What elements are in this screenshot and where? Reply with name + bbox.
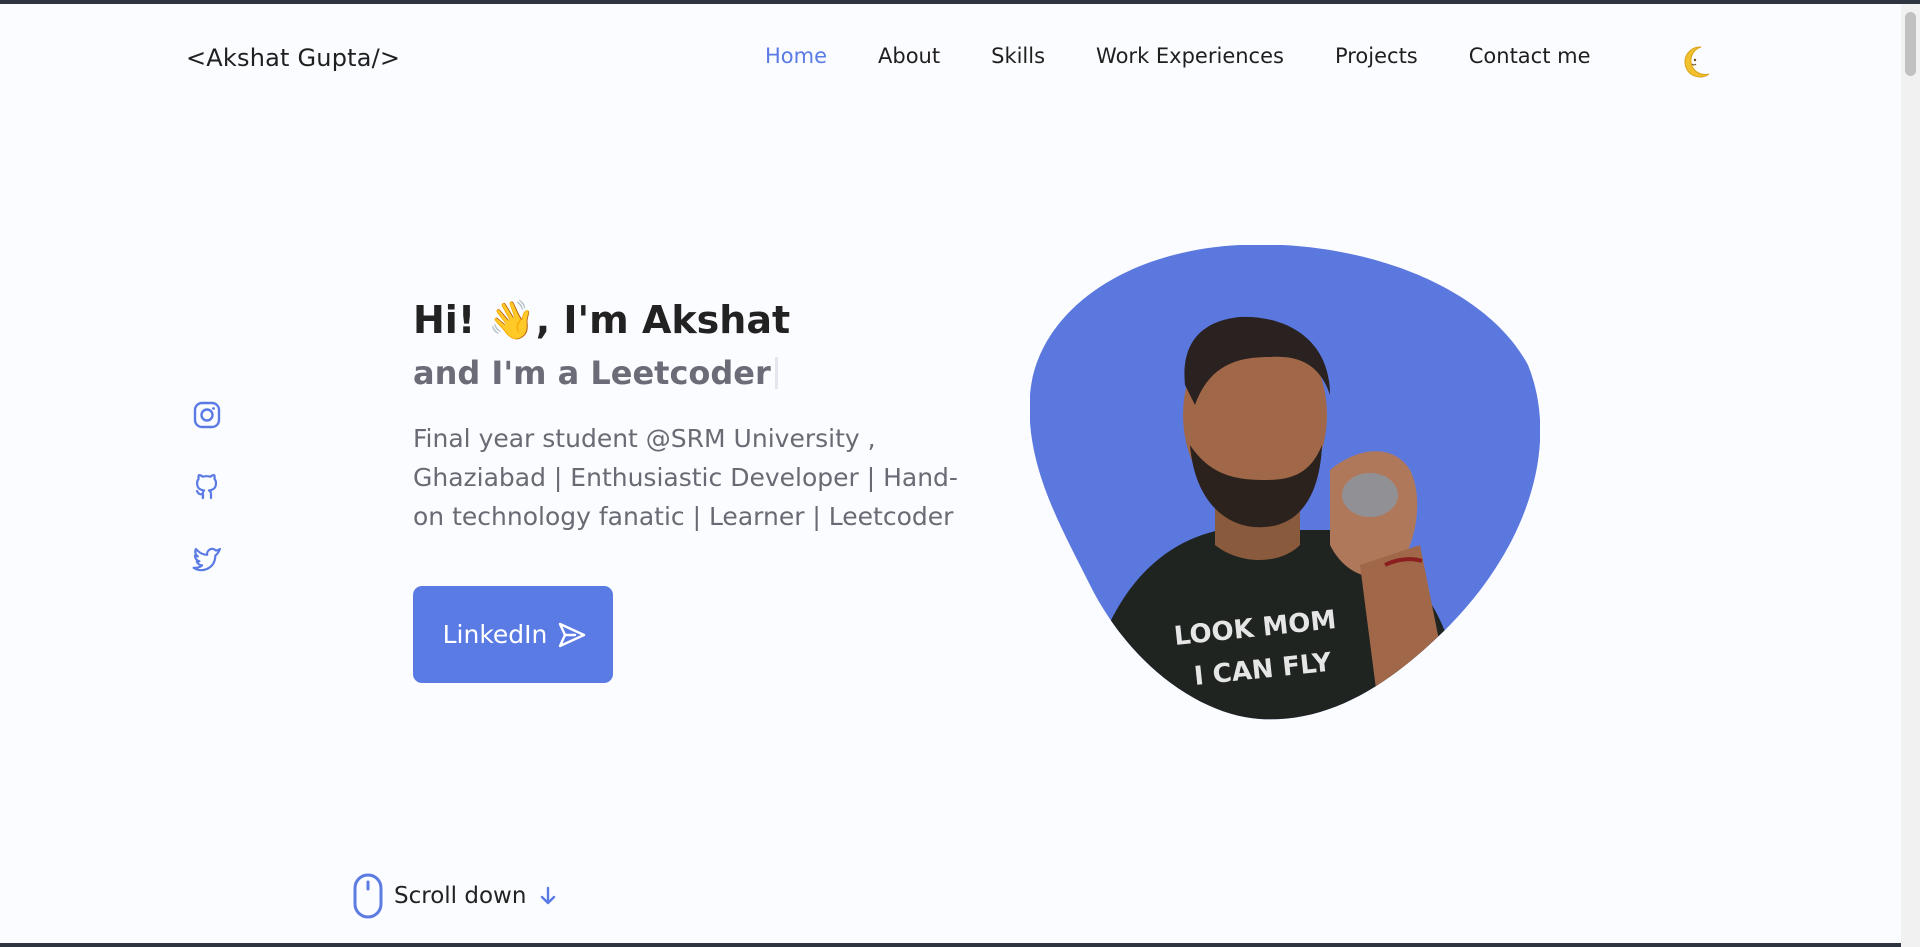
instagram-icon[interactable] xyxy=(190,398,224,432)
profile-photo: LOOK MOM I CAN FLY xyxy=(1029,244,1541,720)
hero-description: Final year student @SRM University , Gha… xyxy=(413,424,958,531)
linkedin-button-label: LinkedIn xyxy=(442,620,548,649)
hero-greeting: Hi! 👋, I'm Akshat xyxy=(413,298,791,342)
typing-caret xyxy=(774,357,778,389)
browser-bottom-strip xyxy=(0,943,1901,947)
send-icon xyxy=(559,622,586,647)
page-scrollbar[interactable] xyxy=(1901,4,1920,947)
page: <Akshat Gupta/> Home About Skills Work E… xyxy=(0,4,1901,943)
scroll-down-link[interactable]: Scroll down xyxy=(352,873,560,919)
typed-text: and I'm a Leetcoder xyxy=(413,354,771,392)
nav-skills[interactable]: Skills xyxy=(991,44,1045,68)
nav-work-experiences[interactable]: Work Experiences xyxy=(1096,44,1284,68)
hero-subtitle: and I'm a Leetcoder xyxy=(413,354,778,392)
moon-icon[interactable] xyxy=(1683,44,1711,80)
scrollbar-thumb[interactable] xyxy=(1905,12,1916,76)
nav-projects[interactable]: Projects xyxy=(1335,44,1418,68)
site-logo[interactable]: <Akshat Gupta/> xyxy=(186,44,400,72)
main-nav: Home About Skills Work Experiences Proje… xyxy=(765,41,1591,71)
scroll-down-label: Scroll down xyxy=(394,883,527,909)
linkedin-button[interactable]: LinkedIn xyxy=(413,586,613,683)
nav-about[interactable]: About xyxy=(878,44,940,68)
twitter-icon[interactable] xyxy=(190,541,224,575)
arrow-down-icon xyxy=(541,886,556,905)
nav-home[interactable]: Home xyxy=(765,44,827,68)
github-icon[interactable] xyxy=(190,470,224,504)
mouse-icon xyxy=(353,873,383,919)
nav-contact-me[interactable]: Contact me xyxy=(1469,44,1591,68)
